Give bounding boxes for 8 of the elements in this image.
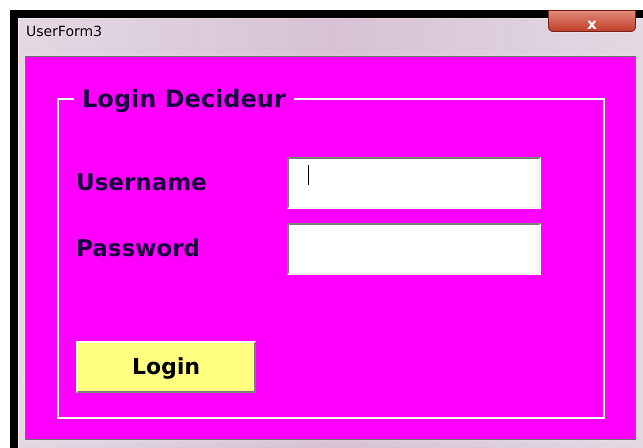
frame-title: Login Decideur	[81, 85, 287, 113]
close-button[interactable]: x	[548, 10, 636, 32]
window-title: UserForm3	[26, 24, 102, 40]
field-label: Password	[76, 236, 201, 262]
field-label: Username	[76, 170, 208, 196]
input-field[interactable]	[287, 157, 541, 209]
input-field[interactable]	[287, 223, 541, 275]
login-button[interactable]: Login	[76, 341, 256, 393]
